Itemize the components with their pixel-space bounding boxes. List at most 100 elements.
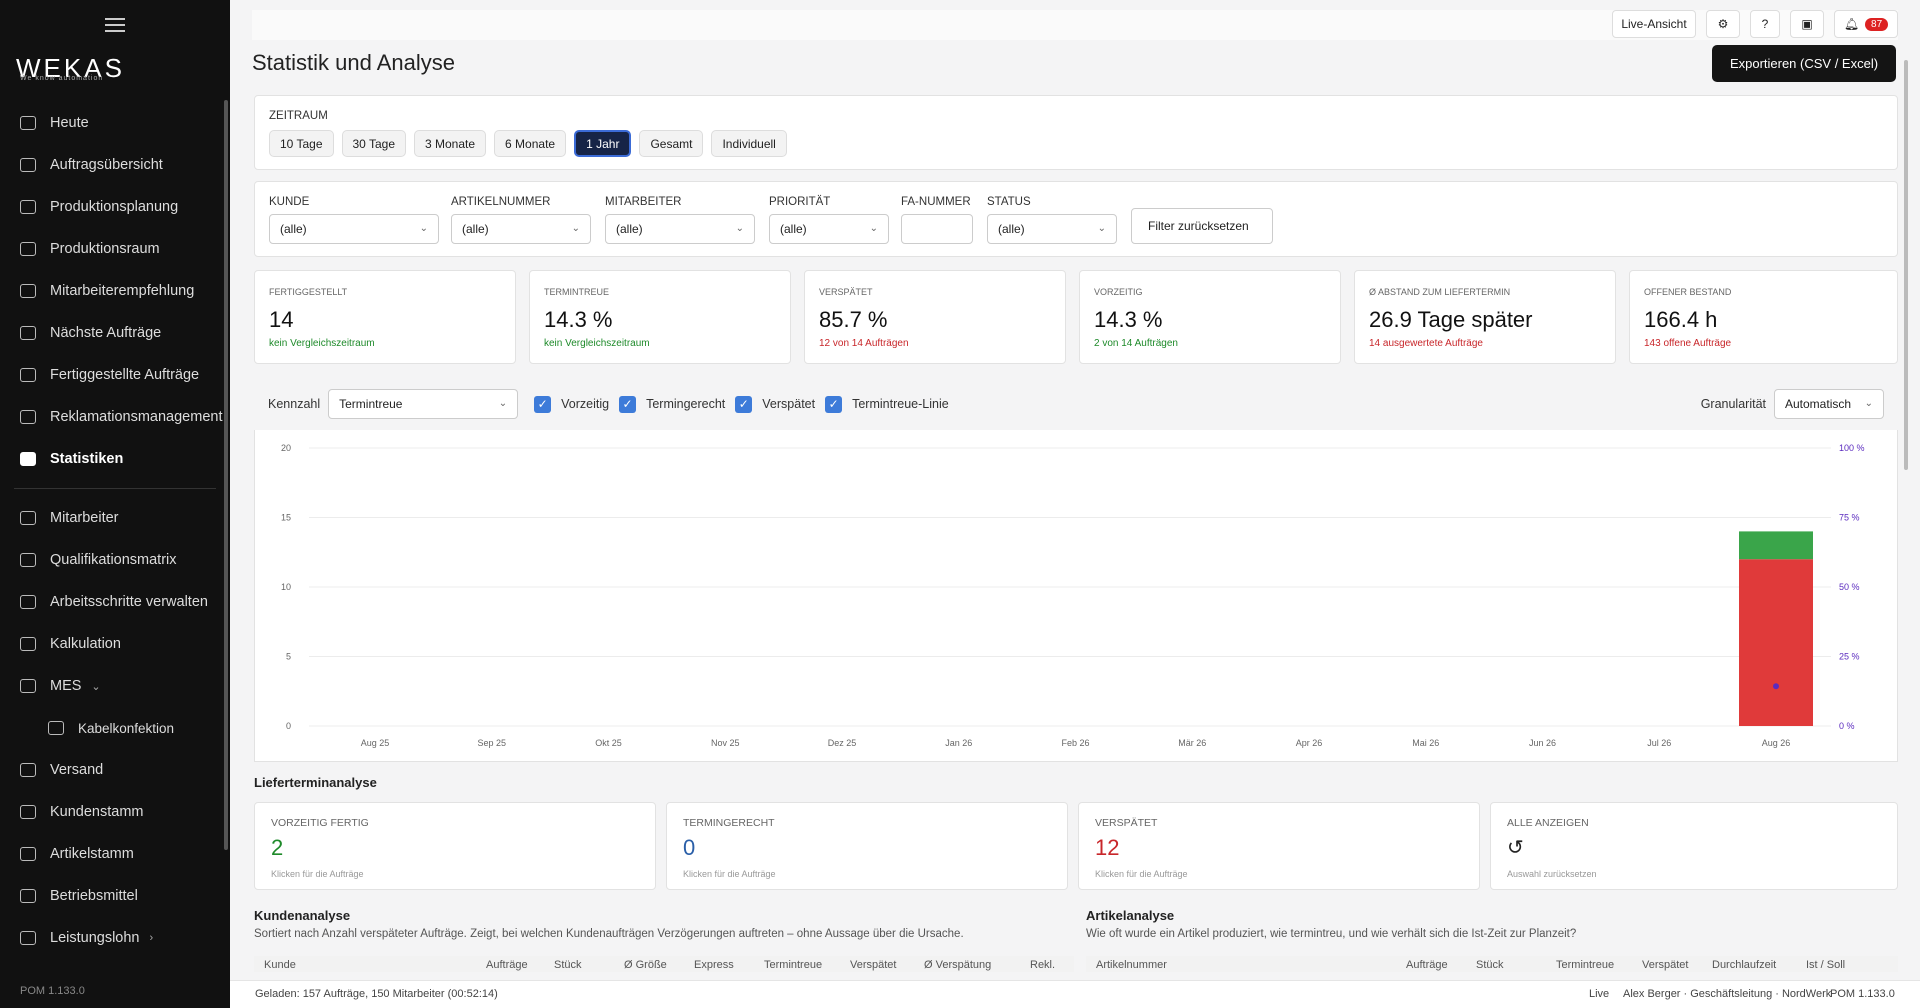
calculator-icon — [20, 637, 36, 651]
x-tick-label: Jun 26 — [1529, 738, 1556, 748]
sidebar-item-label: Heute — [50, 115, 89, 131]
termingerecht-checkbox[interactable]: ✓ — [619, 395, 637, 413]
settings-button[interactable]: ⚙ — [1706, 10, 1740, 38]
export-button[interactable]: Exportieren (CSV / Excel) — [1712, 45, 1896, 82]
range-10-tage[interactable]: 10 Tage — [269, 130, 334, 157]
delivery-card-vorzeitig[interactable]: VORZEITIG FERTIG 2 Klicken für die Auftr… — [254, 802, 656, 890]
kennzahl-select[interactable]: Termintreue ⌄ — [328, 389, 519, 419]
prioritaet-select[interactable]: (alle) ⌄ — [769, 214, 889, 244]
sidebar-item-mes[interactable]: MES ⌄ — [0, 665, 230, 707]
sidebar-item-statistiken[interactable]: Statistiken — [0, 438, 230, 480]
sidebar-item-label: Produktionsplanung — [50, 199, 179, 215]
main-scrollbar[interactable] — [1904, 60, 1908, 470]
kunde-select[interactable]: (alle) ⌄ — [269, 214, 439, 244]
chevron-down-icon: ⌄ — [1864, 398, 1873, 409]
verspaetet-checkbox[interactable]: ✓ — [735, 395, 753, 413]
column-header[interactable]: Stück — [554, 959, 582, 971]
help-button[interactable]: ? — [1750, 10, 1780, 38]
column-header[interactable]: Verspätet — [1642, 959, 1688, 971]
column-header[interactable]: Ø Verspätung — [924, 959, 991, 971]
column-header[interactable]: Verspätet — [850, 959, 896, 971]
column-header[interactable]: Ø Größe — [624, 959, 667, 971]
range-individuell[interactable]: Individuell — [711, 130, 787, 157]
bar-vorzeitig — [1739, 531, 1813, 560]
delivery-card-verspaetet[interactable]: VERSPÄTET 12 Klicken für die Aufträge — [1078, 802, 1480, 890]
column-header[interactable]: Express — [694, 959, 734, 971]
kpi-value: 26.9 Tage später — [1369, 307, 1533, 332]
sidebar-item-qualifikationsmatrix[interactable]: Qualifikationsmatrix — [0, 539, 230, 581]
sidebar-item-betriebsmittel[interactable]: Betriebsmittel — [0, 875, 230, 917]
termintreue-linie-checkbox[interactable]: ✓ — [825, 395, 843, 413]
column-header[interactable]: Aufträge — [486, 959, 528, 971]
sidebar-item-mitarbeiterempfehlung[interactable]: Mitarbeiterempfehlung — [0, 270, 230, 312]
sidebar-item-produktionsplanung[interactable]: Produktionsplanung — [0, 186, 230, 228]
sidebar-item-label: Produktionsraum — [50, 241, 160, 257]
vorzeitig-checkbox[interactable]: ✓ — [534, 395, 552, 413]
sidebar-item-heute[interactable]: Heute — [0, 102, 230, 144]
delivery-value: 2 — [271, 835, 284, 860]
range-1-jahr[interactable]: 1 Jahr — [574, 130, 632, 157]
sidebar-item-kundenstamm[interactable]: Kundenstamm — [0, 791, 230, 833]
sidebar-item-produktionsraum[interactable]: Produktionsraum — [0, 228, 230, 270]
column-header[interactable]: Rekl. — [1030, 959, 1055, 971]
kpi-label: VERSPÄTET — [819, 287, 873, 297]
filter-mitarbeiter: MITARBEITER (alle) ⌄ — [605, 196, 755, 244]
column-header[interactable]: Termintreue — [1556, 959, 1614, 971]
range-6-monate[interactable]: 6 Monate — [494, 130, 567, 157]
sidebar-item-label: Betriebsmittel — [50, 888, 138, 904]
kpi-verspaetet: VERSPÄTET 85.7 % 12 von 14 Aufträgen — [804, 270, 1066, 364]
column-header[interactable]: Artikelnummer — [1096, 959, 1167, 971]
y2-tick-label: 75 % — [1839, 513, 1860, 523]
range-3-monate[interactable]: 3 Monate — [414, 130, 487, 157]
y2-tick-label: 25 % — [1839, 652, 1860, 662]
layout-button[interactable]: ▣ — [1790, 10, 1824, 38]
status-select[interactable]: (alle) ⌄ — [987, 214, 1117, 244]
sidebar-item-versand[interactable]: Versand — [0, 749, 230, 791]
select-value: Automatisch — [1785, 397, 1852, 411]
notifications-button[interactable]: 🔔︎ 87 — [1834, 10, 1898, 38]
y-tick-label: 0 — [286, 721, 291, 731]
users-icon — [20, 511, 36, 525]
delivery-sub: Auswahl zurücksetzen — [1507, 869, 1597, 879]
column-header[interactable]: Aufträge — [1406, 959, 1448, 971]
delivery-card-termingerecht[interactable]: TERMINGERECHT 0 Klicken für die Aufträge — [666, 802, 1068, 890]
sidebar-item-kalkulation[interactable]: Kalkulation — [0, 623, 230, 665]
range-30-tage[interactable]: 30 Tage — [341, 130, 406, 157]
mitarbeiter-select[interactable]: (alle) ⌄ — [605, 214, 755, 244]
chevron-down-icon: ⌄ — [869, 223, 878, 234]
sidebar-scrollbar[interactable] — [224, 100, 228, 850]
sidebar-item-artikelstamm[interactable]: Artikelstamm — [0, 833, 230, 875]
sidebar-version: POM 1.133.0 — [20, 985, 85, 997]
sidebar-item-auftragsuebersicht[interactable]: Auftragsübersicht — [0, 144, 230, 186]
sidebar-item-arbeitsschritte[interactable]: Arbeitsschritte verwalten — [0, 581, 230, 623]
kpi-label: OFFENER BESTAND — [1644, 287, 1732, 297]
column-header[interactable]: Ist / Soll — [1806, 959, 1845, 971]
artikel-select[interactable]: (alle) ⌄ — [451, 214, 591, 244]
x-tick-label: Feb 26 — [1061, 738, 1089, 748]
sidebar-item-label: Qualifikationsmatrix — [50, 552, 177, 568]
column-header[interactable]: Stück — [1476, 959, 1504, 971]
column-header[interactable]: Durchlaufzeit — [1712, 959, 1776, 971]
sidebar-item-mitarbeiter[interactable]: Mitarbeiter — [0, 497, 230, 539]
sidebar-item-naechste-auftraege[interactable]: Nächste Aufträge — [0, 312, 230, 354]
sidebar-item-reklamationsmanagement[interactable]: Reklamationsmanagement — [0, 396, 230, 438]
checkbox-label: Termintreue-Linie — [852, 397, 949, 411]
sidebar-item-leistungslohn[interactable]: Leistungslohn › — [0, 917, 230, 959]
filter-reset-button[interactable]: Filter zurücksetzen — [1131, 208, 1273, 244]
sidebar-item-fertiggestellte-auftraege[interactable]: Fertiggestellte Aufträge — [0, 354, 230, 396]
column-header[interactable]: Termintreue — [764, 959, 822, 971]
box-icon — [20, 847, 36, 861]
range-gesamt[interactable]: Gesamt — [639, 130, 704, 157]
kpi-vorzeitig: VORZEITIG 14.3 % 2 von 14 Aufträgen — [1079, 270, 1341, 364]
send-icon — [20, 763, 36, 777]
live-view-button[interactable]: Live-Ansicht — [1612, 10, 1696, 38]
chevron-down-icon: ⌄ — [498, 398, 508, 409]
granularity-select[interactable]: Automatisch ⌄ — [1774, 389, 1884, 419]
status-version: POM 1.133.0 — [1830, 988, 1895, 1000]
column-header[interactable]: Kunde — [264, 959, 296, 971]
kpi-label: Ø ABSTAND ZUM LIEFERTERMIN — [1369, 287, 1511, 297]
sidebar-item-kabelkonfektion[interactable]: Kabelkonfektion — [0, 707, 230, 749]
fa-nummer-input[interactable] — [901, 214, 973, 244]
delivery-card-alle[interactable]: ALLE ANZEIGEN ↺ Auswahl zurücksetzen — [1490, 802, 1898, 890]
menu-icon[interactable] — [105, 18, 125, 32]
